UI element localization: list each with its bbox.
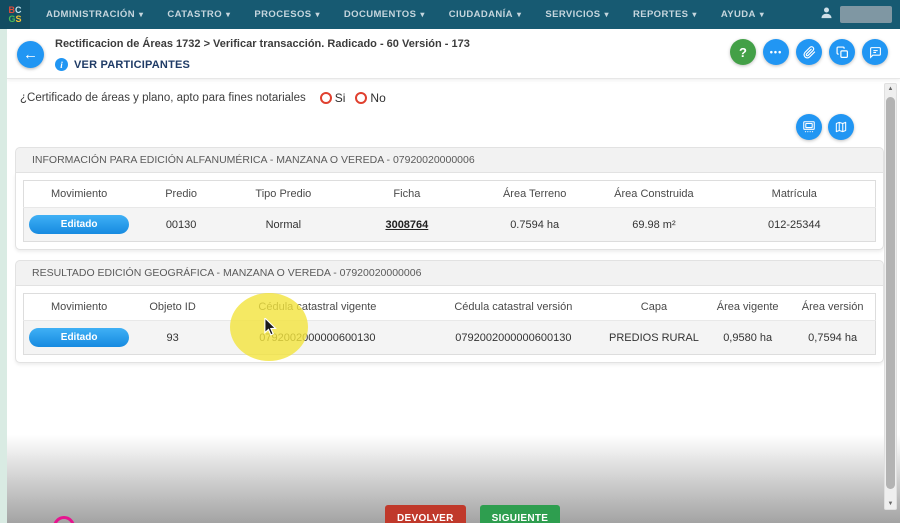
radio-no-circle[interactable] [355, 92, 367, 104]
geografica-panel-title: RESULTADO EDICIÓN GEOGRÁFICA - MANZANA O… [15, 260, 884, 286]
radio-no[interactable]: No [355, 91, 385, 105]
menu-documentos[interactable]: DOCUMENTOS▾ [344, 9, 425, 20]
radio-si-label: Si [335, 91, 346, 105]
info-icon[interactable]: i [55, 58, 68, 71]
copy-documents-button[interactable] [829, 39, 855, 65]
chevron-down-icon: ▾ [420, 10, 424, 19]
table-header-row: Movimiento Objeto ID Cédula catastral vi… [24, 294, 876, 321]
col-capa: Capa [603, 294, 705, 321]
paperclip-icon [803, 46, 816, 59]
cell-matricula: 012-25344 [714, 208, 876, 242]
screen-icon [802, 120, 816, 134]
devolver-button[interactable]: DEVOLVER [385, 505, 466, 523]
radio-no-label: No [370, 91, 385, 105]
col-area-construida: Área Construida [594, 181, 713, 208]
back-arrow-icon: ← [23, 46, 38, 63]
page-background-strip [0, 29, 7, 523]
menu-ciudadania[interactable]: CIUDADANÍA▾ [449, 9, 522, 20]
chevron-down-icon: ▾ [692, 10, 696, 19]
user-icon [819, 5, 834, 25]
table-row: Editado 93 0792002000000600130 079200200… [24, 321, 876, 355]
col-tipo-predio: Tipo Predio [228, 181, 339, 208]
footer-actions: DEVOLVER SIGUIENTE [385, 505, 560, 523]
map-view-button[interactable] [828, 114, 854, 140]
breadcrumb: Rectificacion de Áreas 1732 > Verificar … [55, 38, 470, 50]
alfanumerica-panel-title: INFORMACIÓN PARA EDICIÓN ALFANUMÉRICA - … [15, 147, 884, 173]
main-menu: ADMINISTRACIÓN▾ CATASTRO▾ PROCESOS▾ DOCU… [46, 9, 764, 20]
menu-servicios[interactable]: SERVICIOS▾ [545, 9, 609, 20]
cell-cedula-vigente: 0792002000000600130 [211, 321, 424, 355]
col-area-vigente: Área vigente [705, 294, 790, 321]
cell-cedula-version: 0792002000000600130 [424, 321, 603, 355]
back-button[interactable]: ← [17, 41, 44, 68]
header-action-icons: ? ••• [730, 39, 888, 65]
col-cedula-version: Cédula catastral versión [424, 294, 603, 321]
menu-reportes[interactable]: REPORTES▾ [633, 9, 697, 20]
chevron-down-icon: ▾ [226, 10, 230, 19]
radio-si[interactable]: Si [320, 91, 346, 105]
scroll-down-arrow[interactable]: ▼ [885, 501, 896, 507]
col-movimiento: Movimiento [24, 181, 135, 208]
col-area-version: Área versión [790, 294, 875, 321]
col-ficha: Ficha [339, 181, 475, 208]
cell-objeto-id: 93 [134, 321, 211, 355]
menu-catastro[interactable]: CATASTRO▾ [167, 9, 230, 20]
question-mark-icon: ? [739, 45, 747, 60]
col-objeto-id: Objeto ID [134, 294, 211, 321]
cell-area-terreno: 0.7594 ha [475, 208, 594, 242]
chevron-down-icon: ▾ [517, 10, 521, 19]
page-header: ← Rectificacion de Áreas 1732 > Verifica… [7, 29, 900, 79]
scrollbar[interactable]: ▲ ▼ [884, 83, 897, 510]
status-badge-editado: Editado [29, 328, 129, 347]
table-view-button[interactable] [796, 114, 822, 140]
top-navbar: BC GS ADMINISTRACIÓN▾ CATASTRO▾ PROCESOS… [0, 0, 900, 29]
table-row: Editado 00130 Normal 3008764 0.7594 ha 6… [24, 208, 876, 242]
help-button[interactable]: ? [730, 39, 756, 65]
scrollbar-thumb[interactable] [886, 97, 895, 489]
col-area-terreno: Área Terreno [475, 181, 594, 208]
siguiente-button[interactable]: SIGUIENTE [480, 505, 561, 523]
chevron-down-icon: ▾ [139, 10, 143, 19]
cell-area-version: 0,7594 ha [790, 321, 875, 355]
cell-capa: PREDIOS RURAL [603, 321, 705, 355]
col-movimiento: Movimiento [24, 294, 135, 321]
alfanumerica-panel: INFORMACIÓN PARA EDICIÓN ALFANUMÉRICA - … [15, 147, 884, 250]
chevron-down-icon: ▾ [605, 10, 609, 19]
menu-ayuda[interactable]: AYUDA▾ [721, 9, 764, 20]
ellipsis-icon: ••• [770, 47, 782, 57]
cell-predio: 00130 [134, 208, 228, 242]
status-badge-editado: Editado [29, 215, 129, 234]
ficha-link[interactable]: 3008764 [385, 219, 428, 231]
col-cedula-vigente: Cédula catastral vigente [211, 294, 424, 321]
cell-area-vigente: 0,9580 ha [705, 321, 790, 355]
map-icon [834, 120, 848, 134]
copy-icon [836, 46, 849, 59]
table-header-row: Movimiento Predio Tipo Predio Ficha Área… [24, 181, 876, 208]
comments-button[interactable] [862, 39, 888, 65]
col-predio: Predio [134, 181, 228, 208]
user-name-box[interactable] [840, 6, 892, 23]
cell-area-construida: 69.98 m² [594, 208, 713, 242]
certificado-question-label: ¿Certificado de áreas y plano, apto para… [20, 92, 306, 104]
alfanumerica-table: Movimiento Predio Tipo Predio Ficha Área… [23, 180, 876, 242]
app-logo: BC GS [0, 0, 30, 29]
menu-procesos[interactable]: PROCESOS▾ [254, 9, 319, 20]
scroll-up-arrow[interactable]: ▲ [885, 86, 896, 92]
more-options-button[interactable]: ••• [763, 39, 789, 65]
page-title: VER PARTICIPANTES [74, 59, 190, 71]
col-matricula: Matrícula [714, 181, 876, 208]
chevron-down-icon: ▾ [760, 10, 764, 19]
chevron-down-icon: ▾ [315, 10, 319, 19]
radio-si-circle[interactable] [320, 92, 332, 104]
attachments-button[interactable] [796, 39, 822, 65]
geografica-panel: RESULTADO EDICIÓN GEOGRÁFICA - MANZANA O… [15, 260, 884, 363]
geografica-table: Movimiento Objeto ID Cédula catastral vi… [23, 293, 876, 355]
comment-icon [869, 46, 882, 59]
cell-tipo-predio: Normal [228, 208, 339, 242]
menu-administracion[interactable]: ADMINISTRACIÓN▾ [46, 9, 143, 20]
